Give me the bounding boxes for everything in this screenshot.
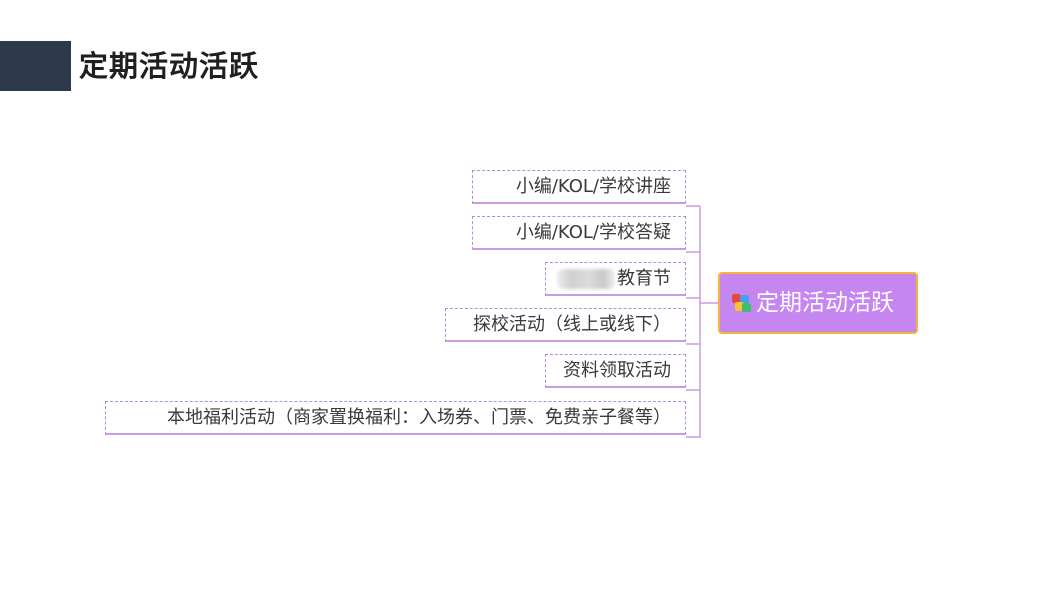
branch-label: 资料领取活动 [563,360,671,381]
mindmap-branch-school-lecture[interactable]: 小编/KOL/学校讲座 [472,170,686,204]
branch-label: 本地福利活动（商家置换福利：入场券、门票、免费亲子餐等） [167,407,671,428]
mindmap-branch-education-festival[interactable]: 教育节 [545,262,686,296]
mindmap-branch-materials-giveaway[interactable]: 资料领取活动 [545,354,686,388]
branch-label: 探校活动（线上或线下） [473,314,671,335]
map-icon [732,294,751,312]
branch-label: 教育节 [617,268,671,289]
mindmap-branch-local-benefits[interactable]: 本地福利活动（商家置换福利：入场券、门票、免费亲子餐等） [105,401,686,435]
branch-label: 小编/KOL/学校讲座 [515,176,671,197]
root-label: 定期活动活跃 [756,290,894,316]
mindmap-branch-campus-visit[interactable]: 探校活动（线上或线下） [445,308,686,342]
mindmap-branch-school-qa[interactable]: 小编/KOL/学校答疑 [472,216,686,250]
branch-label: 小编/KOL/学校答疑 [515,222,671,243]
obscured-text-patch [557,269,615,289]
mindmap-root-node[interactable]: 定期活动活跃 [718,272,918,334]
